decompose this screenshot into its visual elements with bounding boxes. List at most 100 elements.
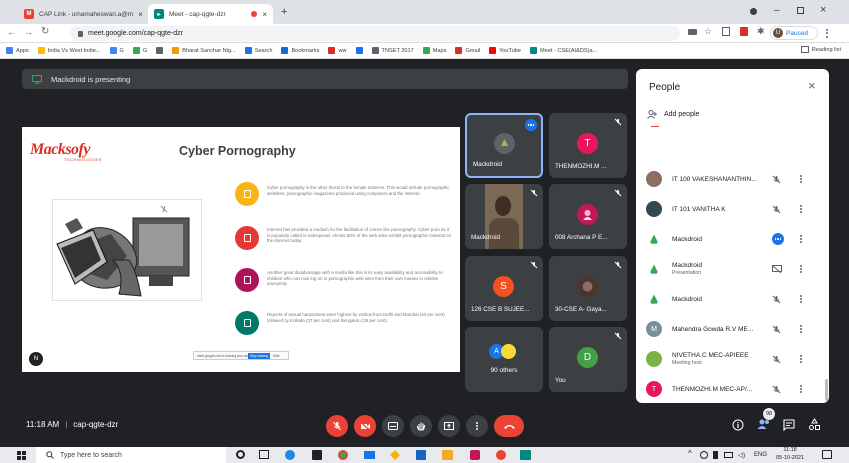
- back-icon[interactable]: ←: [7, 27, 16, 37]
- chat-button[interactable]: [783, 419, 795, 431]
- participant-tile[interactable]: Mackdroid: [465, 113, 543, 178]
- participant-row[interactable]: Mackdroid: [636, 284, 829, 314]
- camera-icon[interactable]: [688, 29, 697, 35]
- language-indicator[interactable]: ENG: [754, 452, 767, 458]
- participant-tile[interactable]: T THENMOZHI.M ...: [549, 113, 627, 178]
- more-options-icon[interactable]: [800, 294, 803, 305]
- participant-row[interactable]: Mackdroid Presentation: [636, 254, 829, 284]
- new-tab-button[interactable]: +: [281, 6, 287, 18]
- extension-icon[interactable]: [740, 27, 748, 36]
- leave-call-button[interactable]: [494, 415, 524, 437]
- participant-row[interactable]: NIVETHA.C MEC-APIEEE Meeting host: [636, 344, 829, 374]
- bookmark-item[interactable]: Bharat Sanchar Nig...: [172, 47, 236, 54]
- tab-gmail[interactable]: M CAP Link - umamaheswari.a@m ×: [18, 4, 144, 24]
- bookmark-item[interactable]: Bookmarks: [281, 47, 319, 54]
- participant-tile[interactable]: S 126 CSE B SUJEE...: [465, 256, 543, 321]
- reload-icon[interactable]: ↻: [41, 26, 49, 37]
- puzzle-icon[interactable]: ✱: [757, 26, 765, 37]
- more-options-icon[interactable]: [800, 354, 803, 365]
- word-icon[interactable]: [416, 450, 426, 460]
- volume-icon[interactable]: ◁): [738, 451, 745, 459]
- more-options-icon[interactable]: [800, 174, 803, 185]
- forward-icon[interactable]: →: [24, 27, 33, 37]
- info-icon[interactable]: [732, 419, 744, 431]
- more-options-icon[interactable]: [800, 384, 803, 395]
- participant-tile[interactable]: 30-CSE A- Gaya...: [549, 256, 627, 321]
- participant-row[interactable]: T THENMOZHI.M MEC-AP/...: [636, 374, 829, 403]
- mic-icon[interactable]: [713, 451, 718, 459]
- reading-list-button[interactable]: Reading list: [800, 46, 841, 53]
- self-tile[interactable]: D You: [549, 327, 627, 392]
- participant-row[interactable]: M Mahendra Gowda R.V ME...: [636, 314, 829, 344]
- close-icon[interactable]: ×: [808, 78, 816, 93]
- taskbar-search[interactable]: Type here to search: [36, 447, 226, 463]
- bookmark-item[interactable]: India Vs West Indie...: [37, 47, 101, 54]
- record-icon[interactable]: [750, 8, 757, 15]
- address-bar[interactable]: meet.google.com/cap-qgte-dzr: [70, 26, 680, 41]
- app-icon[interactable]: [470, 450, 480, 460]
- network-icon[interactable]: [700, 451, 708, 459]
- meet-icon[interactable]: [520, 450, 531, 460]
- scrollbar[interactable]: [825, 379, 828, 401]
- tab-meet[interactable]: ▸ Meet - cap-qgte-dzr ×: [148, 4, 273, 24]
- hide-button[interactable]: Hide: [270, 354, 280, 358]
- notification-icon[interactable]: [822, 450, 832, 459]
- bookmark-item[interactable]: Meet - CSE(AI&DS)a...: [530, 47, 597, 54]
- chevron-up-icon[interactable]: ^: [688, 449, 692, 458]
- participant-row[interactable]: IT 100 VAKESHANANTHIN...: [636, 164, 829, 194]
- windows-start-icon[interactable]: [17, 451, 26, 460]
- menu-icon[interactable]: [826, 28, 828, 39]
- more-options-icon[interactable]: [800, 324, 803, 335]
- maximize-button[interactable]: [797, 7, 804, 14]
- participant-row[interactable]: Mackdroid: [636, 224, 829, 254]
- raise-hand-button[interactable]: [410, 415, 432, 437]
- bookmark-item[interactable]: G: [132, 47, 147, 54]
- task-view-icon[interactable]: [259, 450, 269, 459]
- close-icon[interactable]: ×: [138, 10, 143, 19]
- star-icon[interactable]: ☆: [704, 26, 712, 37]
- mic-off-icon: [614, 118, 622, 126]
- bookmark-item[interactable]: Apps: [6, 47, 29, 54]
- window-close-button[interactable]: ×: [820, 4, 826, 16]
- edge-icon[interactable]: [285, 450, 295, 460]
- minimize-button[interactable]: –: [774, 5, 780, 16]
- more-options-icon[interactable]: [800, 234, 803, 245]
- chat-icon: [783, 419, 795, 431]
- bookmark-item[interactable]: G: [109, 47, 124, 54]
- participant-tile[interactable]: Mackdroid: [465, 184, 543, 249]
- others-tile[interactable]: A 90 others: [465, 327, 543, 392]
- bookmark-item[interactable]: ww: [328, 47, 347, 54]
- more-options-icon[interactable]: [800, 264, 803, 275]
- bookmark-item[interactable]: [156, 47, 164, 54]
- extension-icon[interactable]: [722, 27, 730, 36]
- mic-toggle-button[interactable]: [326, 415, 348, 437]
- stop-sharing-button[interactable]: Stop sharing: [248, 352, 270, 359]
- present-button[interactable]: [438, 415, 460, 437]
- store-icon[interactable]: [312, 450, 322, 460]
- cortana-icon[interactable]: [236, 450, 245, 459]
- bookmark-item[interactable]: Maps: [422, 47, 446, 54]
- app-icon[interactable]: [390, 450, 400, 460]
- bookmark-item[interactable]: [355, 47, 363, 54]
- participant-tile[interactable]: 008 Archana P E...: [549, 184, 627, 249]
- participant-row[interactable]: IT 101 VANITHA K: [636, 194, 829, 224]
- chrome-icon[interactable]: [338, 450, 348, 460]
- people-button[interactable]: 98: [757, 408, 775, 430]
- bookmark-item[interactable]: TNSET 2017: [371, 47, 414, 54]
- taskbar-clock[interactable]: 11:18 05-10-2021: [776, 447, 804, 462]
- close-icon[interactable]: ×: [262, 10, 267, 19]
- more-options-icon[interactable]: [800, 204, 803, 215]
- bookmark-item[interactable]: Gmail: [455, 47, 480, 54]
- mail-icon[interactable]: [364, 451, 375, 459]
- activities-button[interactable]: [808, 418, 821, 431]
- chrome-icon[interactable]: [496, 450, 506, 460]
- more-options-button[interactable]: [466, 415, 488, 437]
- file-explorer-icon[interactable]: [442, 450, 453, 460]
- camera-toggle-button[interactable]: [354, 415, 376, 437]
- profile-button[interactable]: U Paused: [770, 26, 818, 40]
- battery-icon[interactable]: [724, 452, 733, 458]
- bookmark-item[interactable]: YouTube: [489, 47, 521, 54]
- add-people-button[interactable]: Add people: [647, 110, 699, 119]
- captions-button[interactable]: [382, 415, 404, 437]
- bookmark-item[interactable]: Search: [244, 47, 272, 54]
